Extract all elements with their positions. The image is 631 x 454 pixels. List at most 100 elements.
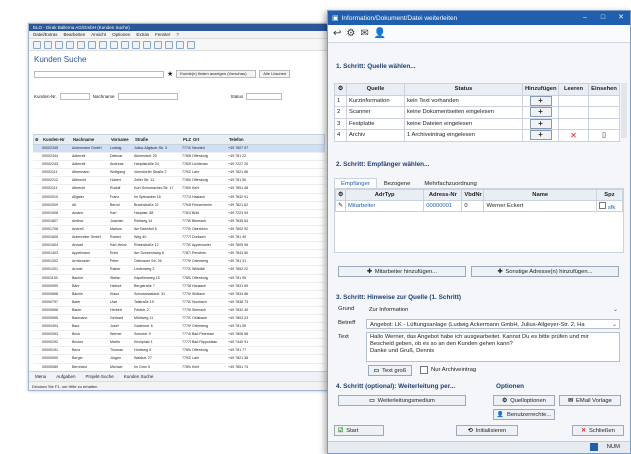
source-row[interactable]: 4 Archiv 1 Archiveintrag eingelesen + ✕ ▯ bbox=[334, 129, 620, 142]
calendar-icon[interactable] bbox=[154, 41, 162, 49]
paste-icon[interactable] bbox=[99, 41, 107, 49]
user-remove-icon[interactable]: 👤 bbox=[374, 28, 386, 40]
bg-table-row[interactable]: 00000999 Bähr Helmut Bergstraße 7 77756 Hausa… bbox=[33, 283, 325, 291]
redo-icon[interactable] bbox=[121, 41, 129, 49]
bg-table-row[interactable]: 00000494 Baur Josef Gartenstr. 6 77799 Ortenb… bbox=[33, 323, 325, 332]
bg-table-row[interactable]: 00000595 Baumann Gerhard Mühlweg 11 77797 Ohl… bbox=[33, 315, 325, 324]
bg-table-row[interactable]: 00002010 Allgaier Franz Im Spitzacker 16 777… bbox=[33, 194, 325, 202]
back-icon[interactable]: ↩ bbox=[333, 28, 341, 40]
bg-bottom-tab[interactable]: Kunden Suche bbox=[124, 372, 154, 381]
bg-table-row[interactable]: 00000191 Benz Thomas Hohlweg 4 77654 Offenbur… bbox=[33, 347, 325, 356]
bg-menu-item[interactable]: Fenster bbox=[155, 31, 170, 38]
recipient-adrnr[interactable]: 00000001 bbox=[423, 200, 463, 212]
email-template-button[interactable]: ✉ EMail Vorlage bbox=[559, 395, 621, 406]
add-source-button[interactable]: + bbox=[529, 118, 552, 129]
gear-icon[interactable]: ⚙ bbox=[346, 28, 355, 40]
bg-grid-header-cell[interactable]: Nachname bbox=[72, 135, 110, 144]
bg-grid-header-cell[interactable]: PLZ bbox=[182, 135, 192, 144]
bg-search-input[interactable] bbox=[34, 70, 164, 78]
print-icon[interactable] bbox=[66, 41, 74, 49]
gear-icon[interactable]: ⚙ bbox=[334, 189, 347, 201]
add-other-address-button[interactable]: ✚ Sonstige Adresse(n) hinzufügen... bbox=[471, 266, 619, 277]
bg-grid-header-cell[interactable]: Ort bbox=[192, 135, 228, 144]
bg-table-row[interactable]: 00002111 Albermann Wolfgang Vormdorfer Stra… bbox=[33, 169, 325, 178]
bg-table-row[interactable]: 00002345 Ackermann GmbH Ludwig Julius-Allgä… bbox=[33, 145, 325, 154]
bg-menu-item[interactable]: ? bbox=[176, 31, 179, 38]
bg-table-row[interactable]: 00001201 Arnold Rainer Lindenweg 3 77731 Will… bbox=[33, 266, 325, 275]
bg-menu-item[interactable]: Ansicht bbox=[91, 31, 106, 38]
bg-table-row[interactable]: 00001908 Amann Karl Hauptstr. 88 77815 Bühl +4… bbox=[33, 210, 325, 218]
open-icon[interactable] bbox=[44, 41, 52, 49]
bg-table-row[interactable]: 00000696 Bauer Herbert Feldstr. 2 77790 Stein… bbox=[33, 307, 325, 315]
source-options-button[interactable]: ⚙ Quelloptionen bbox=[493, 395, 555, 406]
bg-table-row[interactable]: 00001706 Andreß Markus Am Bahnhof 5 77704 Obe… bbox=[33, 226, 325, 235]
bg-grid-header-cell[interactable]: Telefon bbox=[228, 135, 268, 144]
bg-menu-item[interactable]: Extras bbox=[136, 31, 149, 38]
betreff-select[interactable]: Angebot: LK - Lüftungsanlage (Ludwig Ack… bbox=[366, 319, 620, 329]
minimize-button[interactable]: – bbox=[576, 11, 594, 25]
star-icon[interactable]: ★ bbox=[167, 70, 173, 78]
recipient-type[interactable]: Mitarbeiter bbox=[345, 200, 425, 212]
settings-icon[interactable] bbox=[176, 41, 184, 49]
bg-bottom-tab[interactable]: Menu bbox=[35, 372, 46, 381]
chart-icon[interactable] bbox=[165, 41, 173, 49]
user-rights-button[interactable]: 👤 Benutzerrechte... bbox=[493, 409, 555, 420]
add-source-button[interactable]: + bbox=[529, 107, 552, 118]
source-scrollbar[interactable] bbox=[621, 83, 627, 138]
bg-grid-header-cell[interactable]: Kunden-Nr bbox=[42, 135, 72, 144]
bg-kundennr-input[interactable] bbox=[59, 92, 90, 100]
bg-grid-header-cell[interactable]: Vorname bbox=[110, 135, 134, 144]
new-icon[interactable] bbox=[33, 41, 41, 49]
search-icon[interactable] bbox=[132, 41, 140, 49]
close-window-button[interactable]: ✕ bbox=[612, 11, 630, 25]
recipient-row[interactable]: ✎ Mitarbeiter 00000001 0 Werner Eckert sfk bbox=[334, 200, 624, 212]
bg-bottom-tab[interactable]: Projekt-Suche bbox=[86, 372, 114, 381]
forward-medium-button[interactable]: ▭ Weiterleitungsmedium bbox=[338, 395, 466, 406]
bg-menu-item[interactable]: Optionen bbox=[112, 31, 130, 38]
edit-icon[interactable]: ✎ bbox=[334, 200, 347, 212]
bg-table-row[interactable]: 00001605 Antenreiter GmbH Robert Weg 40 7777… bbox=[33, 234, 325, 243]
maximize-button[interactable]: □ bbox=[594, 11, 612, 25]
bg-bottom-tab[interactable]: Aufgaben bbox=[56, 372, 75, 381]
initialize-button[interactable]: ⟲ Initialisieren bbox=[456, 425, 518, 436]
start-button[interactable]: ☑ Start bbox=[334, 425, 384, 436]
bg-status-select[interactable] bbox=[246, 92, 283, 100]
bg-table-row[interactable]: 00001504 Anwalt Karl-Heinz Rheinstraße 12 77… bbox=[33, 242, 325, 251]
source-row[interactable]: 1 Kurzinformation kein Text vorhanden + bbox=[334, 94, 620, 107]
bg-table-row[interactable]: 00000393 Beck Werner Schulstr. 9 77740 Bad Pe… bbox=[33, 331, 325, 340]
bg-table-row[interactable]: 00000090 Berger Jürgen Waldstr. 27 77933 Lahr… bbox=[33, 355, 325, 364]
cut-icon[interactable] bbox=[77, 41, 85, 49]
bg-table-row[interactable]: 00002243 Adlerreit Andreas Hauptstraße 24 77… bbox=[33, 161, 325, 170]
bg-table-row[interactable]: 00002344 Adlerreit Dietmar Allmendstr. 20 77… bbox=[33, 153, 325, 162]
help-icon[interactable] bbox=[187, 41, 195, 49]
add-source-button[interactable]: + bbox=[529, 130, 552, 141]
archive-only-checkbox[interactable] bbox=[420, 366, 428, 374]
spz-checkbox[interactable] bbox=[598, 201, 606, 209]
bg-table-row[interactable]: 00000292 Becker Martin Kirchplatz 1 77776 Bad… bbox=[33, 339, 325, 348]
bg-menu-item[interactable]: Datei/Extras bbox=[33, 31, 58, 38]
bg-clear-button[interactable]: Alle Löschen bbox=[259, 70, 291, 78]
source-row[interactable]: 3 Festplatte keine Dateien eingelesen + bbox=[334, 117, 620, 130]
save-icon[interactable] bbox=[55, 41, 63, 49]
copy-icon[interactable] bbox=[88, 41, 96, 49]
view-document-icon[interactable]: ▯ bbox=[602, 132, 606, 139]
bg-grid-header-cell[interactable]: Straße bbox=[134, 135, 182, 144]
bg-table-row[interactable]: 00001403 Appelmann Erich Am Sonnenhang 8 778… bbox=[33, 250, 325, 259]
bg-table-row[interactable]: 00002111 Albrecht Rudolf Kurt-Schumacher-St… bbox=[33, 185, 325, 194]
bg-table-row[interactable]: 00000797 Baier Uwe Talstraße 19 77787 Nordrac… bbox=[33, 299, 325, 307]
bg-table-row[interactable]: 00002009 Alt Bernd Brachstraße 22 77948 Fries… bbox=[33, 202, 325, 210]
text-large-button[interactable]: ▭ Text groß bbox=[368, 365, 412, 376]
bg-nachname-input[interactable] bbox=[117, 92, 178, 100]
bg-table-row[interactable]: 00002212 Allbrecht Hubert Zeller Str. 12 776… bbox=[33, 177, 325, 186]
bg-table-row[interactable]: 00001302 Armbruster Peter Ortenauer Str. 26… bbox=[33, 258, 325, 267]
bg-table-row[interactable]: 00001100 Bacher Stefan Kapellenweg 15 77652 O… bbox=[33, 275, 325, 283]
bg-menu-item[interactable]: Bearbeiten bbox=[64, 31, 86, 38]
add-source-button[interactable]: + bbox=[529, 95, 552, 106]
bg-table-row[interactable]: 00001807 Amthor Joachim Rebweg 14 77781 Biber… bbox=[33, 218, 325, 226]
close-button[interactable]: ✕ Schließen bbox=[572, 425, 624, 436]
bg-search-button[interactable]: Kunde(n) finden anzeigen (Vorschau) bbox=[176, 70, 257, 78]
grund-select[interactable]: Zur Information ⌄ bbox=[366, 305, 620, 315]
mail-icon[interactable] bbox=[143, 41, 151, 49]
bg-table-row[interactable]: 00000898 Bächle Klaus Schwarzwaldstr. 31 777… bbox=[33, 291, 325, 299]
add-employee-button[interactable]: ✚ Mitarbeiter hinzufügen... bbox=[338, 266, 466, 277]
